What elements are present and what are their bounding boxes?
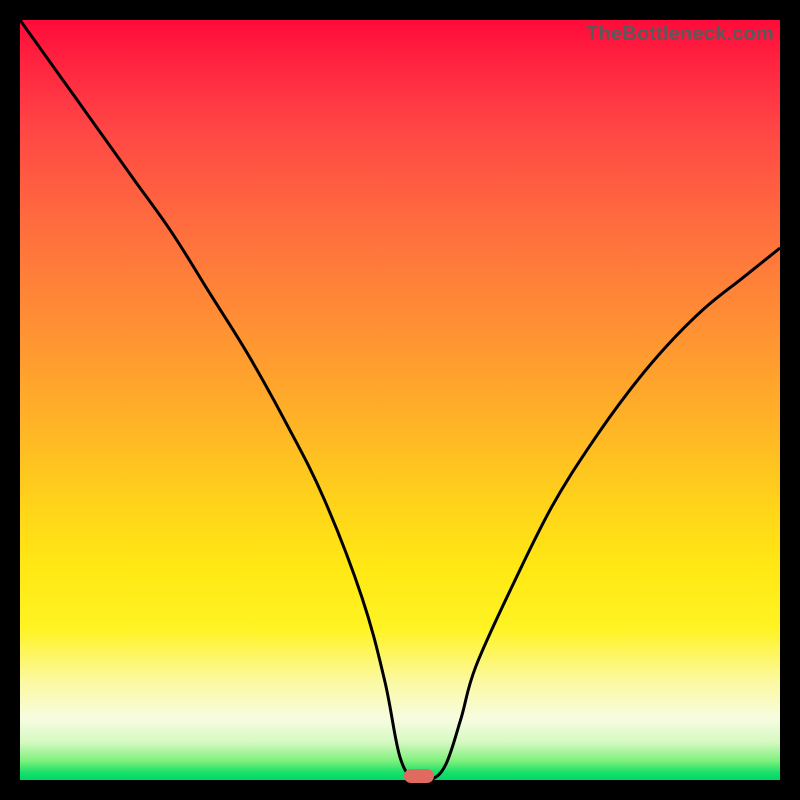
plot-area: TheBottleneck.com [20, 20, 780, 780]
chart-frame: TheBottleneck.com [0, 0, 800, 800]
optimal-marker [404, 769, 434, 783]
bottleneck-curve [20, 20, 780, 780]
curve-path [20, 20, 780, 783]
